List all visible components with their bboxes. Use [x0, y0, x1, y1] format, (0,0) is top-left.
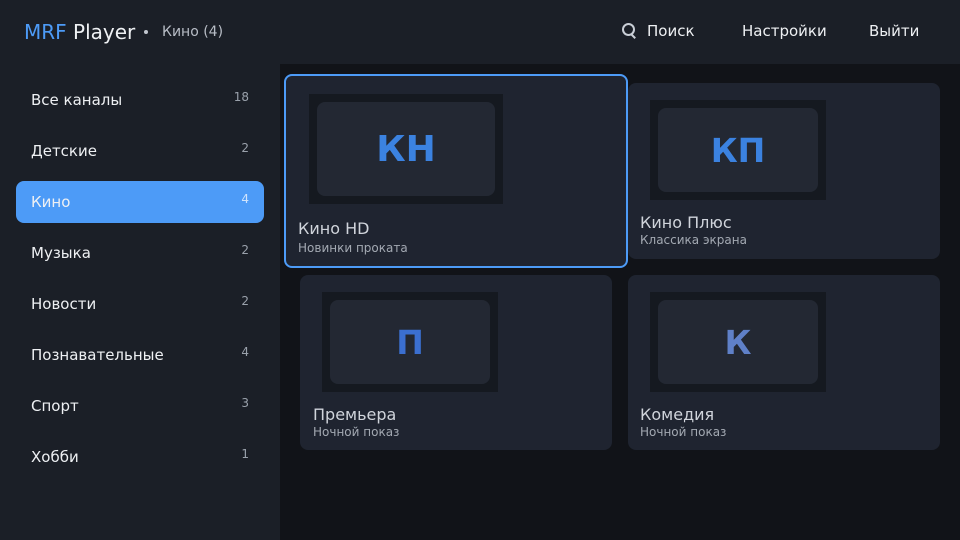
channel-subtitle: Новинки проката — [298, 241, 408, 255]
channel-thumbnail: КП — [650, 100, 826, 200]
channel-logo: КН — [317, 102, 495, 196]
sidebar-item-label: Кино — [31, 193, 71, 211]
channel-thumbnail: КН — [309, 94, 503, 204]
category-sidebar: Все каналы 18 Детские 2 Кино 4 Музыка 2 … — [0, 64, 280, 540]
channel-card-kino-plus[interactable]: КП Кино Плюс Классика экрана — [628, 83, 940, 259]
channel-card-premiera[interactable]: П Премьера Ночной показ — [300, 275, 612, 450]
breadcrumb: Кино (4) — [162, 24, 224, 40]
sidebar-item-movies[interactable]: Кино 4 — [16, 181, 264, 223]
sidebar-item-music[interactable]: Музыка 2 — [16, 232, 264, 274]
sidebar-item-hobby[interactable]: Хобби 1 — [16, 436, 264, 478]
channel-subtitle: Ночной показ — [640, 425, 727, 439]
app-logo: MRF Player — [24, 19, 135, 45]
search-label: Поиск — [647, 22, 695, 40]
channel-thumbnail: П — [322, 292, 498, 392]
channel-title: Премьера — [313, 405, 397, 424]
channel-card-kino-hd[interactable]: КН Кино HD Новинки проката — [284, 74, 628, 268]
sidebar-item-label: Спорт — [31, 397, 79, 415]
logo-part-mrf: MRF — [24, 20, 67, 44]
channel-title: Кино Плюс — [640, 213, 732, 232]
sidebar-item-label: Музыка — [31, 244, 91, 262]
sidebar-item-count: 18 — [233, 90, 249, 104]
sidebar-item-count: 1 — [241, 447, 249, 461]
exit-button[interactable]: Выйти — [869, 21, 919, 41]
channel-title: Кино HD — [298, 219, 370, 238]
channel-logo: К — [658, 300, 818, 384]
sidebar-item-label: Познавательные — [31, 346, 164, 364]
sidebar-item-sport[interactable]: Спорт 3 — [16, 385, 264, 427]
channel-logo: КП — [658, 108, 818, 192]
channel-subtitle: Ночной показ — [313, 425, 400, 439]
breadcrumb-separator — [144, 30, 148, 34]
sidebar-item-count: 3 — [241, 396, 249, 410]
search-button[interactable]: Поиск — [621, 21, 695, 41]
sidebar-item-news[interactable]: Новости 2 — [16, 283, 264, 325]
sidebar-item-label: Детские — [31, 142, 97, 160]
sidebar-item-all-channels[interactable]: Все каналы 18 — [16, 79, 264, 121]
channel-title: Комедия — [640, 405, 715, 424]
sidebar-item-label: Все каналы — [31, 91, 123, 109]
sidebar-item-count: 4 — [241, 192, 249, 206]
channel-thumbnail: К — [650, 292, 826, 392]
sidebar-item-label: Новости — [31, 295, 97, 313]
search-icon — [621, 22, 637, 39]
top-bar: MRF Player Кино (4) Поиск Настройки Выйт… — [0, 0, 960, 64]
sidebar-item-count: 4 — [241, 345, 249, 359]
channel-subtitle: Классика экрана — [640, 233, 747, 247]
sidebar-item-count: 2 — [241, 141, 249, 155]
logo-part-player: Player — [73, 20, 136, 44]
sidebar-item-label: Хобби — [31, 448, 79, 466]
settings-button[interactable]: Настройки — [742, 21, 827, 41]
sidebar-item-count: 2 — [241, 294, 249, 308]
channel-card-komediya[interactable]: К Комедия Ночной показ — [628, 275, 940, 450]
channel-logo: П — [330, 300, 490, 384]
sidebar-item-educational[interactable]: Познавательные 4 — [16, 334, 264, 376]
sidebar-item-count: 2 — [241, 243, 249, 257]
sidebar-item-kids[interactable]: Детские 2 — [16, 130, 264, 172]
